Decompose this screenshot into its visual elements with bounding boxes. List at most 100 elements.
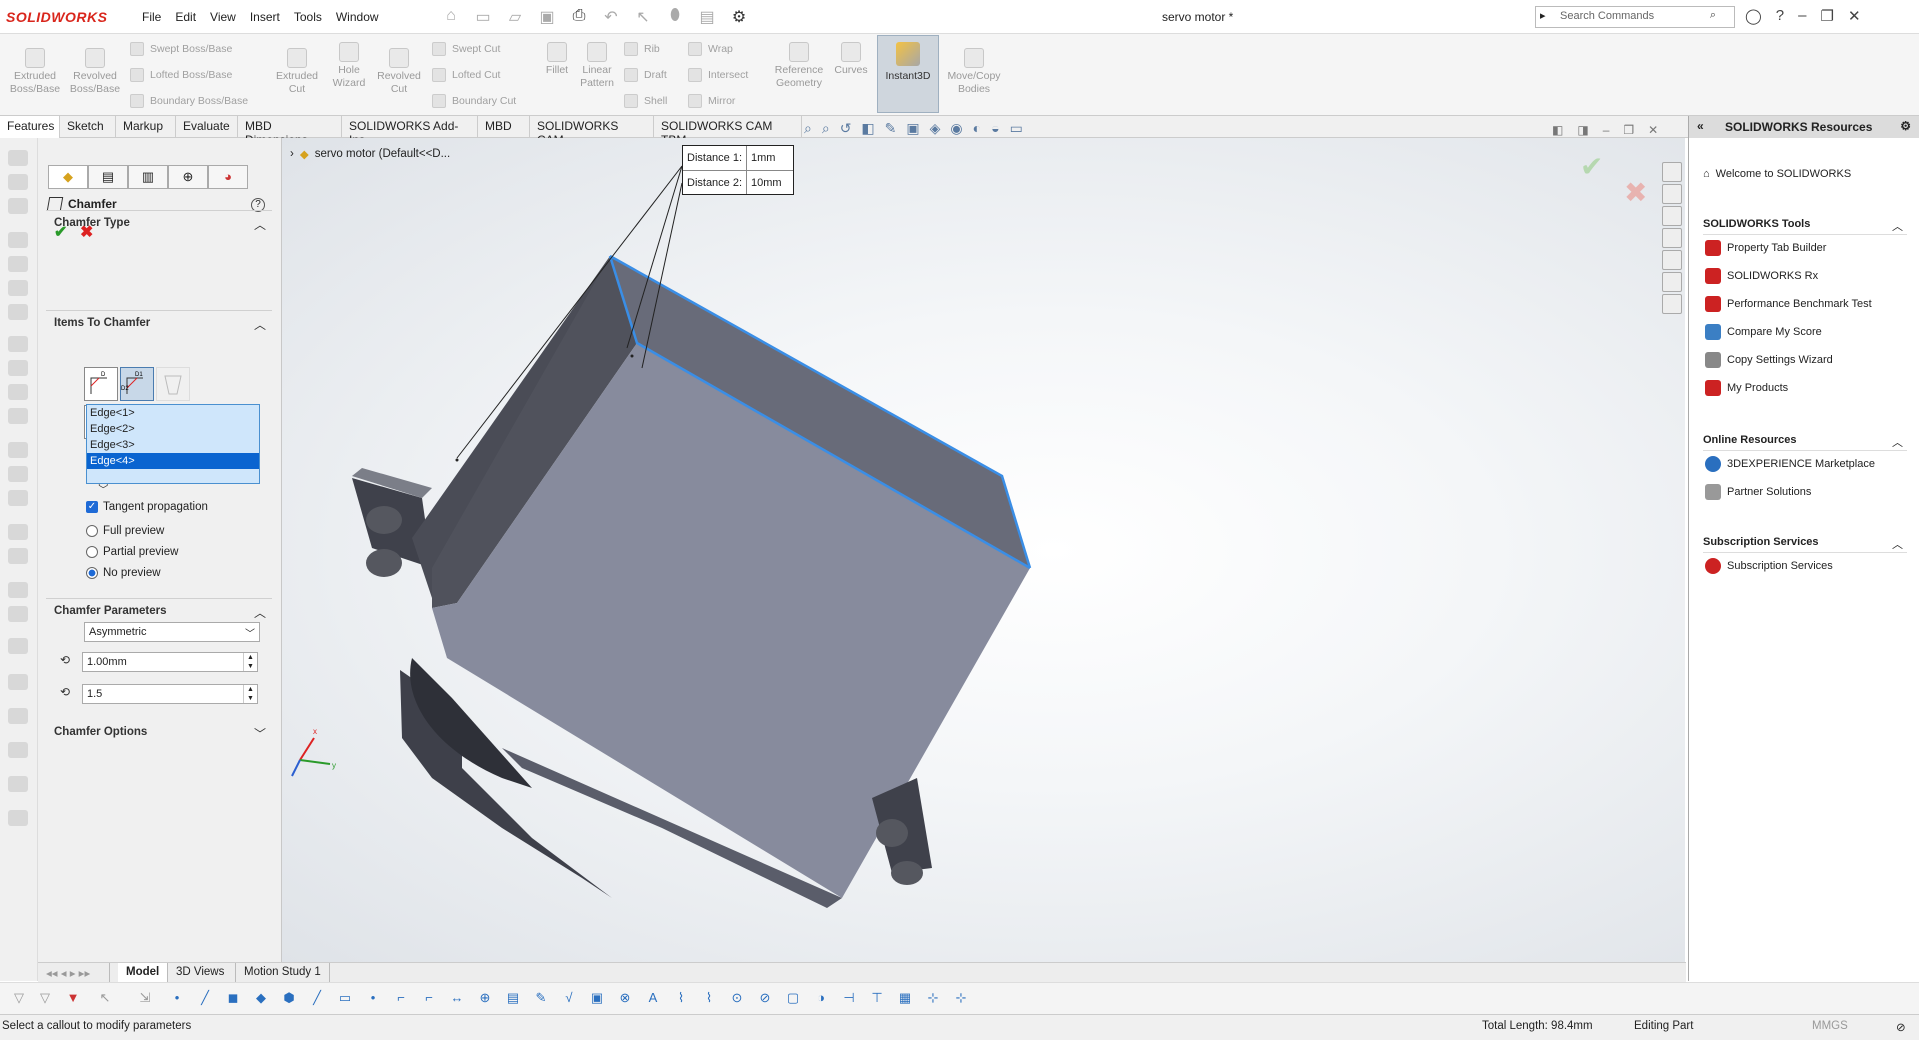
toolbar-icon-21[interactable] — [8, 708, 28, 724]
toolbar-icon-4[interactable] — [8, 232, 28, 248]
toolbar-icon-7[interactable] — [8, 304, 28, 320]
design-library-icon[interactable] — [1662, 184, 1682, 204]
tools-section-header[interactable]: SOLIDWORKS Tools ︿ — [1703, 218, 1907, 235]
collapse-pane-icon[interactable]: « — [1697, 119, 1704, 133]
list-item[interactable]: Edge<1> — [87, 405, 259, 421]
revolved-boss-button[interactable]: Revolved Boss/Base — [66, 48, 124, 96]
draft-button[interactable]: Draft — [624, 68, 667, 82]
subscription-section-header[interactable]: Subscription Services ︿ — [1703, 536, 1907, 553]
display-style-icon[interactable]: ◈ — [930, 120, 941, 137]
split-left-icon[interactable]: ◧ — [1552, 123, 1563, 137]
section-view-icon[interactable]: ◧ — [861, 120, 874, 137]
search-icon[interactable]: ⌕ — [1710, 9, 1716, 22]
filter-edges-icon[interactable]: ╱ — [196, 990, 214, 1008]
tab-solidworks-addins[interactable]: SOLIDWORKS Add-Ins — [342, 116, 478, 147]
my-products-link[interactable]: My Products — [1705, 380, 1788, 396]
chamfer-mode-select[interactable]: Asymmetric ﹀ — [84, 622, 260, 642]
vp-close-icon[interactable]: ✕ — [1648, 123, 1658, 137]
toolbar-icon-22[interactable] — [8, 742, 28, 758]
partial-preview-radio[interactable]: Partial preview — [86, 546, 178, 558]
revolved-cut-button[interactable]: Revolved Cut — [374, 48, 424, 96]
boundary-boss-button[interactable]: Boundary Boss/Base — [130, 94, 248, 108]
filter-dowel-icon[interactable]: ⊙ — [728, 990, 746, 1008]
toolbar-icon-19[interactable] — [8, 638, 28, 654]
edge-selection-list[interactable]: Edge<1> Edge<2> Edge<3> Edge<4> — [86, 404, 260, 484]
filter-annotations-icon[interactable]: ⊹ — [924, 990, 942, 1008]
toolbar-icon-6[interactable] — [8, 280, 28, 296]
hole-wizard-button[interactable]: Hole Wizard — [326, 42, 372, 90]
tab-sketch[interactable]: Sketch — [60, 116, 116, 138]
options-gear-icon[interactable]: ⚙ — [728, 7, 750, 27]
feature-tree-root[interactable]: › ◆ servo motor (Default<<D... — [290, 147, 450, 161]
filter-toggle-icon[interactable]: ▽ — [36, 990, 54, 1008]
mirror-button[interactable]: Mirror — [688, 94, 735, 108]
filter-icon[interactable]: ▽ — [10, 990, 28, 1008]
home-icon[interactable]: ⌂ — [440, 7, 462, 27]
online-resources-section-header[interactable]: Online Resources ︿ — [1703, 434, 1907, 451]
swept-boss-button[interactable]: Swept Boss/Base — [130, 42, 232, 56]
close-icon[interactable]: ✕ — [1848, 7, 1861, 25]
toolbar-icon-13[interactable] — [8, 466, 28, 482]
edit-appearance-icon[interactable]: ◐ — [973, 120, 981, 137]
select-other-icon[interactable]: ⇲ — [136, 990, 154, 1008]
filter-vertices-icon[interactable]: • — [168, 990, 186, 1008]
toolbar-icon-9[interactable] — [8, 360, 28, 376]
filter-datum-target-icon[interactable]: ⊗ — [616, 990, 634, 1008]
distance-distance-button[interactable]: D1 D2 — [120, 367, 154, 401]
zoom-to-fit-icon[interactable]: ⌕ — [804, 120, 812, 137]
toolbar-icon-3[interactable] — [8, 198, 28, 214]
instant3d-button[interactable]: Instant3D — [877, 35, 939, 113]
no-preview-radio[interactable]: No preview — [86, 567, 161, 579]
property-manager-tab[interactable]: ▤ — [88, 165, 128, 189]
tab-solidworks-cam-tbm[interactable]: SOLIDWORKS CAM TBM — [654, 116, 802, 147]
angle-distance-button[interactable]: D — [84, 367, 118, 401]
lofted-cut-button[interactable]: Lofted Cut — [432, 68, 500, 82]
dynamic-annotation-icon[interactable]: ✎ — [885, 120, 897, 137]
distance2-input[interactable]: 1.5 ▲ ▼ — [82, 684, 258, 704]
lofted-boss-button[interactable]: Lofted Boss/Base — [130, 68, 232, 82]
status-help-icon[interactable]: ⊘ — [1896, 1020, 1906, 1034]
toolbar-icon-5[interactable] — [8, 256, 28, 272]
save-icon[interactable]: ▣ — [536, 7, 558, 27]
list-item[interactable]: Edge<3> — [87, 437, 259, 453]
spin-stepper[interactable]: ▲ ▼ — [243, 685, 257, 703]
intersect-button[interactable]: Intersect — [688, 68, 748, 82]
toolbar-icon-24[interactable] — [8, 810, 28, 826]
toolbar-icon-16[interactable] — [8, 548, 28, 564]
menu-tools[interactable]: Tools — [294, 10, 322, 24]
3dexperience-marketplace-link[interactable]: 3DEXPERIENCE Marketplace — [1705, 456, 1875, 472]
tab-model[interactable]: Model — [118, 963, 168, 983]
toolbar-icon-11[interactable] — [8, 408, 28, 424]
search-commands-input[interactable]: ▸ Search Commands ⌕ — [1535, 6, 1735, 28]
filter-mates-icon[interactable]: ◑ — [812, 990, 830, 1008]
filter-cosmetic-thread-icon[interactable]: A — [644, 990, 662, 1008]
filter-reference-icon[interactable]: ⊤ — [868, 990, 886, 1008]
chamfer-options-section-header[interactable]: Chamfer Options ﹀ — [46, 720, 272, 741]
zoom-area-icon[interactable]: ⌕ — [822, 120, 830, 137]
filter-notes-icon[interactable]: ✎ — [532, 990, 550, 1008]
help-icon[interactable]: ? — [1776, 7, 1784, 25]
tab-evaluate[interactable]: Evaluate — [176, 116, 238, 138]
filter-datum-icon[interactable]: ▣ — [588, 990, 606, 1008]
toolbar-icon-20[interactable] — [8, 674, 28, 690]
filter-surface-finish-icon[interactable]: ⊕ — [476, 990, 494, 1008]
feature-manager-tab[interactable]: ◆ — [48, 165, 88, 189]
pane-settings-icon[interactable]: ⚙ — [1900, 119, 1911, 133]
filter-planes-icon[interactable]: ▭ — [336, 990, 354, 1008]
filter-sketch-segments-icon[interactable]: ⌐ — [392, 990, 410, 1008]
filter-axes-icon[interactable]: ╱ — [308, 990, 326, 1008]
menu-edit[interactable]: Edit — [175, 10, 196, 24]
confirm-corner-cancel-icon[interactable]: ✖ — [1624, 176, 1647, 209]
wrap-button[interactable]: Wrap — [688, 42, 733, 56]
hide-show-items-icon[interactable]: ◉ — [950, 120, 962, 137]
unit-system-selector[interactable]: MMGS — [1812, 1020, 1848, 1032]
tab-solidworks-cam[interactable]: SOLIDWORKS CAM — [530, 116, 654, 147]
toolbar-icon-8[interactable] — [8, 336, 28, 352]
tab-scroll-arrows[interactable]: ◂◂ ◂ ▸ ▸▸ — [38, 963, 110, 983]
filter-dimensions-icon[interactable]: ↔ — [448, 990, 466, 1008]
display-manager-tab[interactable]: ◕ — [208, 165, 248, 189]
vertex-chamfer-button[interactable] — [156, 367, 190, 401]
forum-icon[interactable] — [1662, 294, 1682, 314]
filter-clear-icon[interactable]: ▼ — [64, 990, 82, 1008]
previous-view-icon[interactable]: ↺ — [840, 120, 852, 137]
